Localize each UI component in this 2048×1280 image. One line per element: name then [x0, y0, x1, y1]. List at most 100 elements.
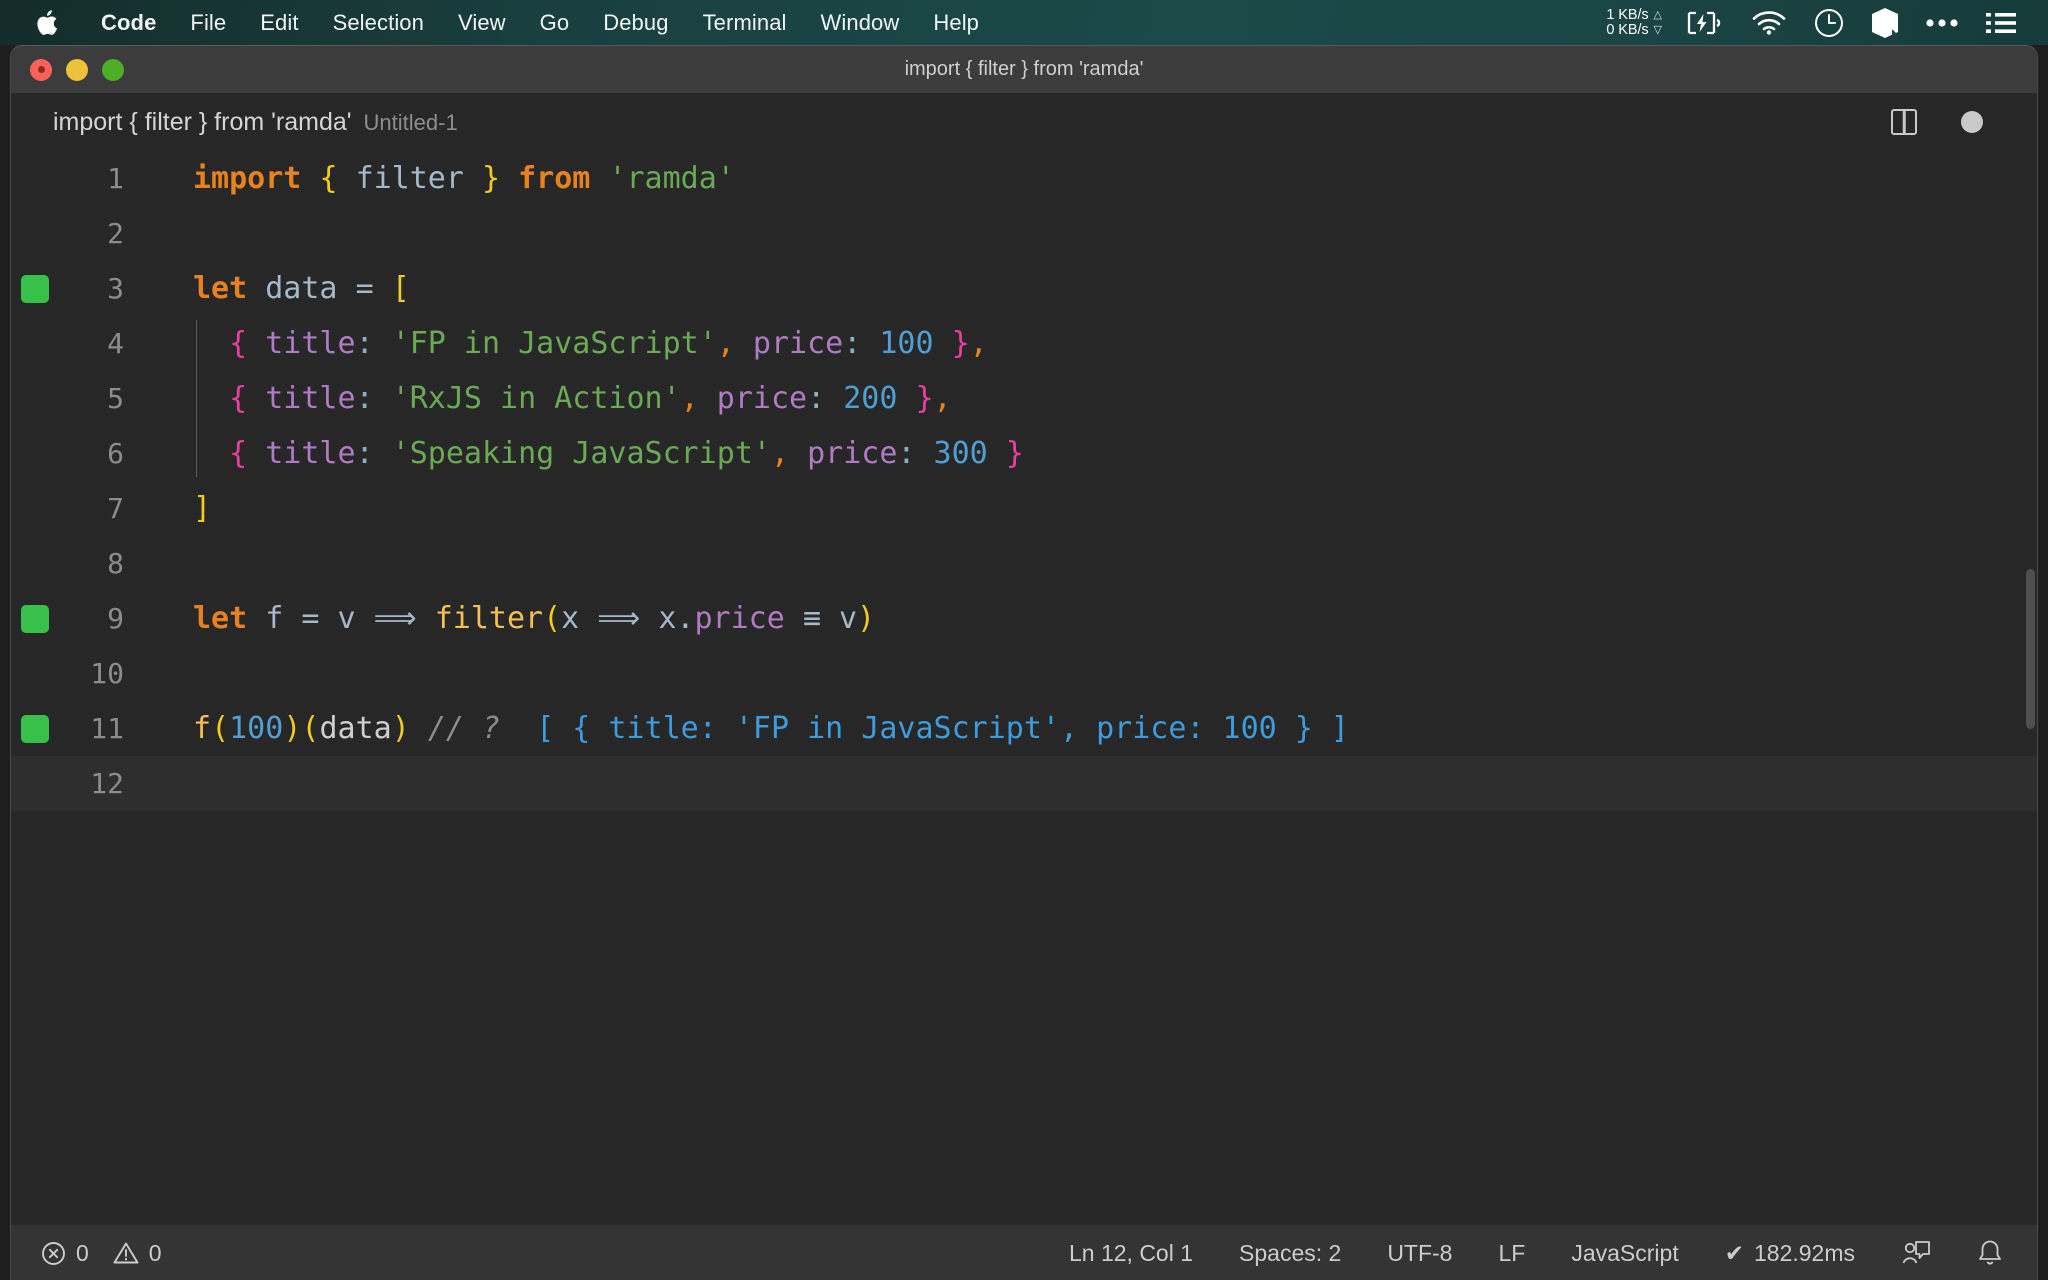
code-line-content[interactable]: { title: 'FP in JavaScript', price: 100 …: [146, 326, 2037, 361]
status-quokka-timing[interactable]: ✔ 182.92ms: [1707, 1225, 1873, 1280]
code-token: 'ramda': [608, 161, 735, 196]
code-line[interactable]: 2: [11, 206, 2037, 261]
apple-logo-icon[interactable]: [36, 9, 58, 36]
code-line[interactable]: 10: [11, 646, 2037, 701]
status-problems[interactable]: 0 0: [25, 1225, 178, 1280]
code-line[interactable]: 7]: [11, 481, 2037, 536]
network-speed-indicator[interactable]: 1 KB/s 0 KB/s △ ▽: [1592, 0, 1672, 45]
code-line-content[interactable]: f(100)(data) // ? [ { title: 'FP in Java…: [146, 711, 2037, 746]
code-token: data: [265, 271, 338, 306]
notification-bell-icon[interactable]: [1959, 1225, 2021, 1280]
line-number: 4: [107, 327, 124, 360]
indent-guide: [196, 320, 197, 477]
line-number: 7: [107, 492, 124, 525]
menu-item-selection[interactable]: Selection: [316, 0, 441, 45]
code-line-content[interactable]: { title: 'RxJS in Action', price: 200 },: [146, 381, 2037, 416]
code-token: ): [283, 711, 302, 746]
code-line-content[interactable]: ]: [146, 491, 2037, 526]
minimize-button[interactable]: [66, 58, 88, 81]
line-number: 2: [107, 217, 124, 250]
code-line-content[interactable]: import { filter } from 'ramda': [146, 161, 2037, 196]
line-number: 6: [107, 437, 124, 470]
breadcrumb-primary[interactable]: import { filter } from 'ramda': [53, 108, 352, 137]
code-line[interactable]: 8: [11, 536, 2037, 591]
code-token: (: [301, 711, 320, 746]
traffic-lights: [30, 58, 124, 81]
code-token: v: [838, 601, 858, 636]
status-cursor-position[interactable]: Ln 12, Col 1: [1051, 1225, 1211, 1280]
breadcrumb-bar: import { filter } from 'ramda' Untitled-…: [11, 93, 2037, 151]
code-token: ): [391, 711, 410, 746]
code-editor[interactable]: 1 import { filter } from 'ramda' 2 3 let dat…: [11, 151, 2037, 1225]
code-line[interactable]: 3 let data = [: [11, 261, 2037, 316]
cube-icon[interactable]: [1858, 0, 1912, 45]
code-line[interactable]: 12: [11, 756, 2037, 811]
code-token: (: [211, 711, 230, 746]
code-line[interactable]: 4 { title: 'FP in JavaScript', price: 10…: [11, 316, 2037, 371]
code-line-content[interactable]: { title: 'Speaking JavaScript', price: 3…: [146, 436, 2037, 471]
ellipsis-icon[interactable]: [1912, 0, 1972, 45]
menu-item-file[interactable]: File: [173, 0, 243, 45]
code-token: 300: [933, 436, 988, 471]
code-token: v: [337, 601, 356, 636]
code-line[interactable]: 1 import { filter } from 'ramda': [11, 151, 2037, 206]
status-indentation[interactable]: Spaces: 2: [1221, 1225, 1359, 1280]
line-number: 12: [90, 767, 124, 800]
code-line[interactable]: 11 f(100)(data) // ? [ { title: 'FP in Ja…: [11, 701, 2037, 756]
window-title-bar: import { filter } from 'ramda': [11, 46, 2037, 93]
code-token: [: [391, 271, 410, 306]
menu-item-help[interactable]: Help: [916, 0, 996, 45]
menu-item-go[interactable]: Go: [523, 0, 587, 45]
editor-scrollbar-thumb[interactable]: [2026, 569, 2035, 729]
code-line[interactable]: 5 { title: 'RxJS in Action', price: 200 …: [11, 371, 2037, 426]
warning-count: 0: [148, 1239, 162, 1266]
menu-item-window[interactable]: Window: [804, 0, 917, 45]
maximize-button[interactable]: [102, 58, 124, 81]
battery-charging-icon[interactable]: [1672, 0, 1738, 45]
control-center-list-icon[interactable]: [1972, 0, 2030, 45]
quokka-live-marker-icon: [21, 604, 49, 633]
unsaved-dot-icon[interactable]: [1961, 111, 1983, 133]
warning-triangle-icon: [113, 1241, 139, 1265]
network-upload-speed: 1 KB/s: [1606, 6, 1649, 23]
clock-icon[interactable]: [1800, 0, 1858, 45]
code-token: price: [716, 381, 808, 416]
code-token: 'RxJS in Action': [391, 381, 681, 416]
feedback-person-icon[interactable]: [1883, 1225, 1949, 1280]
wifi-icon[interactable]: [1738, 0, 1800, 45]
error-circle-icon: [41, 1241, 66, 1266]
menu-item-edit[interactable]: Edit: [243, 0, 315, 45]
code-token: {: [319, 161, 338, 196]
code-token: price: [807, 436, 898, 471]
code-line[interactable]: 6 { title: 'Speaking JavaScript', price:…: [11, 426, 2037, 481]
code-token: }: [951, 326, 970, 361]
menu-item-view[interactable]: View: [441, 0, 523, 45]
close-button[interactable]: [30, 58, 52, 81]
menu-item-terminal[interactable]: Terminal: [686, 0, 804, 45]
code-lines-container: 1 import { filter } from 'ramda' 2 3 let dat…: [11, 151, 2037, 811]
breadcrumb-secondary[interactable]: Untitled-1: [364, 110, 458, 136]
split-editor-icon[interactable]: [1891, 109, 1917, 135]
code-line-content[interactable]: let data = [: [146, 271, 2037, 306]
code-token: (: [543, 601, 562, 636]
code-token: let: [193, 271, 248, 306]
line-number: 8: [107, 547, 124, 580]
code-line-content[interactable]: let f = v ⟹ filter(x ⟹ x.price ≡ v): [146, 601, 2037, 636]
menu-item-debug[interactable]: Debug: [586, 0, 685, 45]
breadcrumb[interactable]: import { filter } from 'ramda' Untitled-…: [53, 108, 458, 137]
status-encoding[interactable]: UTF-8: [1369, 1225, 1470, 1280]
code-token: ,: [933, 381, 952, 416]
code-line[interactable]: 9 let f = v ⟹ filter(x ⟹ x.price ≡ v): [11, 591, 2037, 646]
menu-item-code[interactable]: Code: [84, 0, 173, 45]
status-language-mode[interactable]: JavaScript: [1553, 1225, 1696, 1280]
status-eol[interactable]: LF: [1480, 1225, 1543, 1280]
